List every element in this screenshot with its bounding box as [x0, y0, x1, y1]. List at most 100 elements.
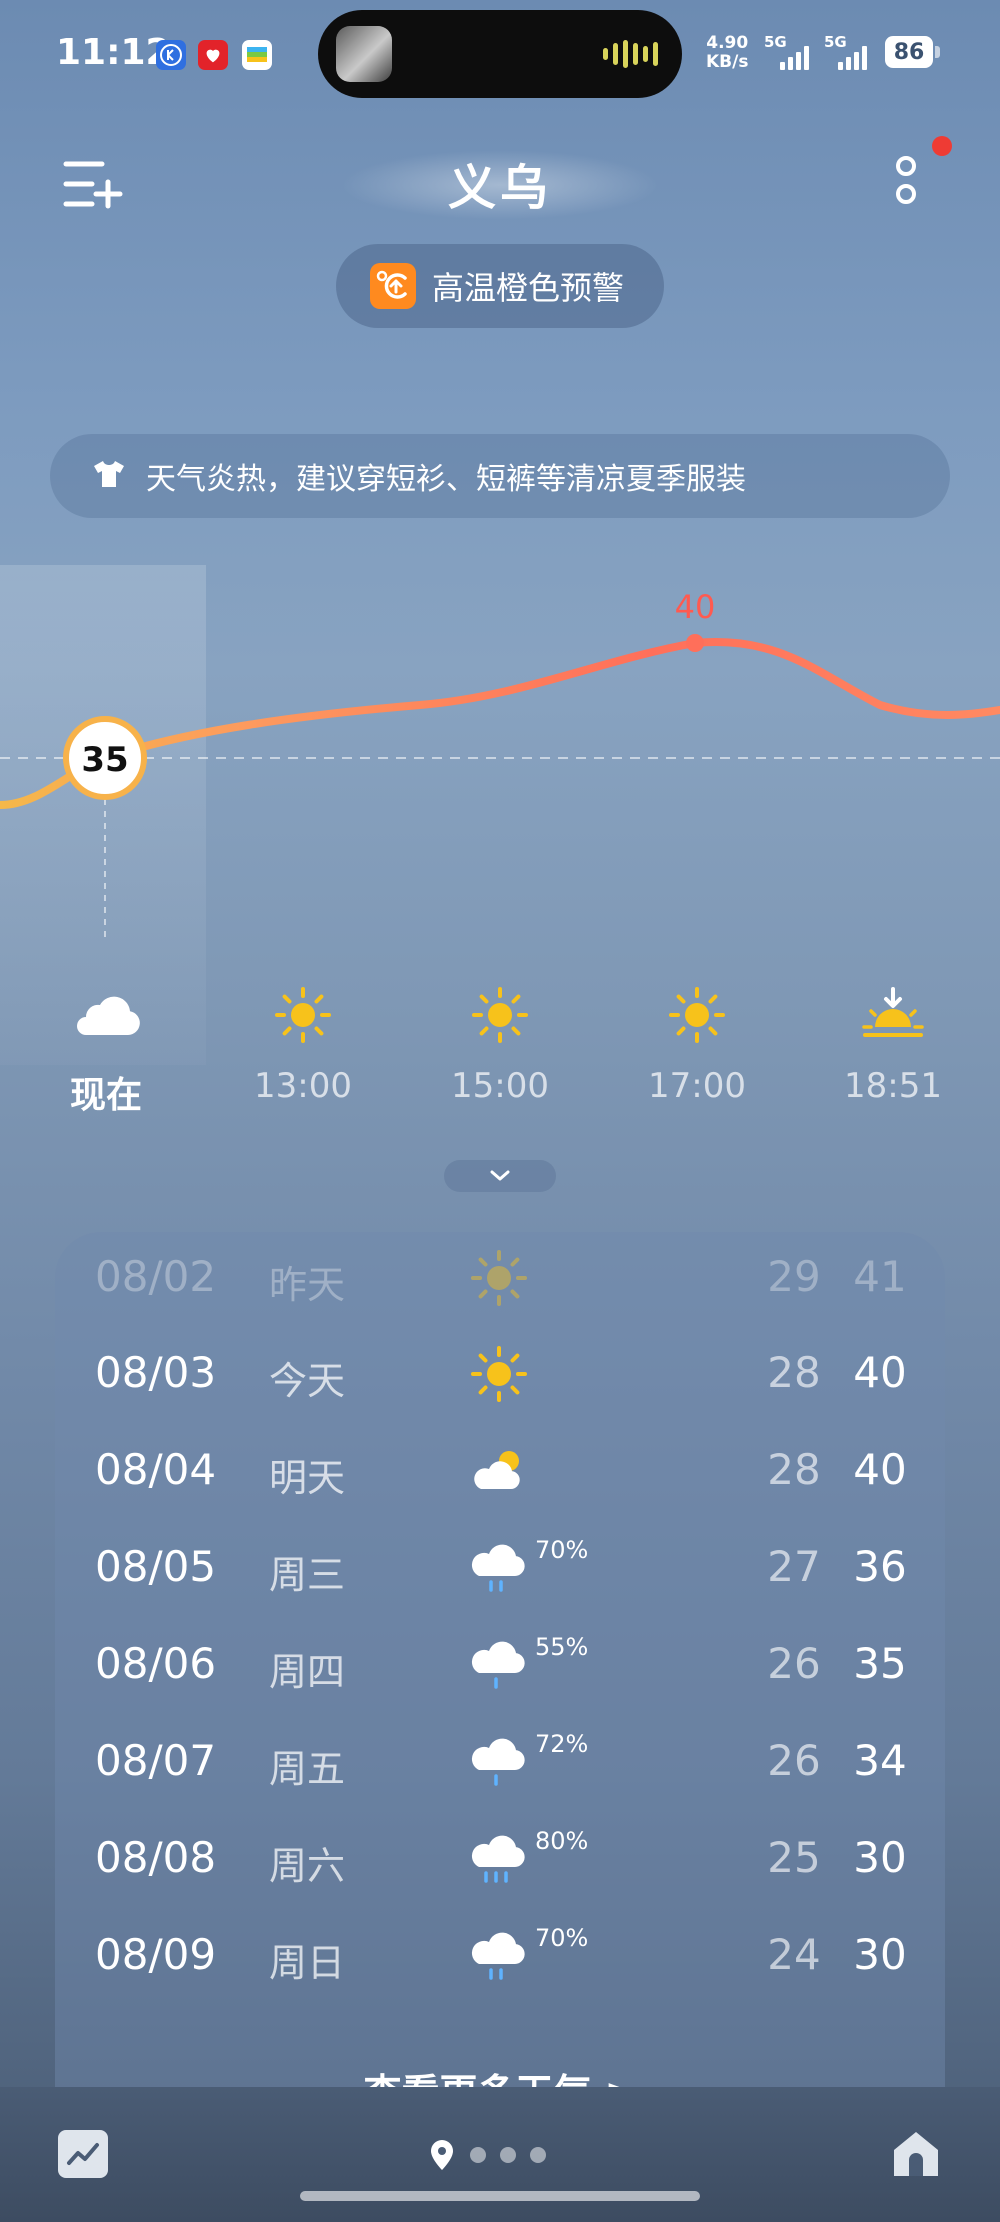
day-high-temp: 40 — [853, 1348, 907, 1397]
expand-hourly-button[interactable] — [444, 1160, 556, 1192]
hour-label-17: 17:00 — [648, 1066, 746, 1106]
net-speed: 4.90 KB/s — [706, 33, 749, 72]
alert-label: 高温橙色预警 — [432, 269, 625, 307]
day-name: 周六 — [269, 1844, 346, 1888]
page-dot — [500, 2147, 516, 2163]
day-name: 周日 — [269, 1941, 346, 1985]
wallet-app-icon — [242, 40, 272, 70]
precip-chance: 70% — [535, 1924, 589, 1952]
rain-icon — [469, 1732, 529, 1792]
day-high-temp: 34 — [853, 1736, 907, 1785]
city-title[interactable]: 义乌 — [0, 148, 1000, 218]
battery-indicator: 86 — [885, 36, 933, 68]
sun-icon — [469, 1248, 529, 1308]
k-app-icon — [156, 40, 186, 70]
chevron-down-icon — [490, 1170, 510, 1181]
trend-chart-button[interactable] — [58, 2130, 108, 2178]
media-thumbnail — [336, 26, 392, 82]
temperature-alert-icon — [370, 263, 416, 309]
hour-label-13: 13:00 — [254, 1066, 352, 1106]
day-date: 08/07 — [95, 1736, 217, 1785]
rain-icon — [469, 1538, 529, 1598]
day-row-0809[interactable]: 08/09 周日 70% 24 30 — [55, 1910, 945, 2006]
day-row-0803[interactable]: 08/03 今天 28 40 — [55, 1328, 945, 1424]
day-date: 08/09 — [95, 1930, 217, 1979]
day-date: 08/02 — [95, 1252, 217, 1301]
day-date: 08/05 — [95, 1542, 217, 1591]
tshirt-icon — [92, 459, 126, 493]
day-name: 周三 — [269, 1553, 346, 1597]
home-indicator[interactable] — [300, 2191, 700, 2201]
day-row-0807[interactable]: 08/07 周五 72% 26 34 — [55, 1716, 945, 1812]
page-dot — [470, 2147, 486, 2163]
day-row-0804[interactable]: 08/04 明天 28 40 — [55, 1425, 945, 1521]
hour-label-15: 15:00 — [451, 1066, 549, 1106]
dynamic-island[interactable] — [318, 10, 682, 98]
heart-app-icon — [198, 40, 228, 70]
notification-dot — [932, 136, 952, 156]
day-date: 08/03 — [95, 1348, 217, 1397]
precip-chance: 55% — [535, 1633, 589, 1661]
more-options-button[interactable] — [888, 152, 924, 212]
sim1-signal-icon — [780, 44, 809, 70]
day-high-temp: 30 — [853, 1930, 907, 1979]
day-high-temp: 35 — [853, 1639, 907, 1688]
day-low-temp: 27 — [767, 1542, 821, 1591]
day-date: 08/08 — [95, 1833, 217, 1882]
heat-alert-button[interactable]: 高温橙色预警 — [336, 244, 664, 328]
heavy-rain-icon — [469, 1829, 529, 1889]
hour-15-sun-icon — [430, 985, 570, 1045]
hour-sunset-icon — [823, 985, 963, 1045]
precip-chance: 80% — [535, 1827, 589, 1855]
more-weather-link[interactable]: 查看更多天气 > — [55, 2062, 945, 2087]
city-page-indicator[interactable] — [428, 2138, 546, 2172]
temperature-curve — [0, 638, 1000, 809]
day-high-temp: 36 — [853, 1542, 907, 1591]
rain-icon — [469, 1635, 529, 1695]
day-name: 周五 — [269, 1747, 346, 1791]
home-button[interactable] — [890, 2126, 942, 2180]
current-temp-value: 35 — [81, 740, 128, 780]
day-name: 周四 — [269, 1650, 346, 1694]
hour-13-sun-icon — [233, 985, 373, 1045]
trend-icon — [67, 2143, 99, 2165]
day-low-temp: 25 — [767, 1833, 821, 1882]
day-high-temp: 40 — [853, 1445, 907, 1494]
day-low-temp: 28 — [767, 1348, 821, 1397]
day-date: 08/06 — [95, 1639, 217, 1688]
day-row-0802[interactable]: 08/02 昨天 29 41 — [55, 1232, 945, 1328]
city-manage-button[interactable] — [62, 158, 126, 210]
rain-icon — [469, 1926, 529, 1986]
day-name: 明天 — [269, 1456, 346, 1500]
day-name: 昨天 — [269, 1263, 346, 1307]
day-low-temp: 26 — [767, 1639, 821, 1688]
daily-forecast-card: 08/02 昨天 29 41 08/03 今天 28 40 08/04 明天 2… — [55, 1232, 945, 2087]
precip-chance: 72% — [535, 1730, 589, 1758]
precip-chance: 70% — [535, 1536, 589, 1564]
hourly-temperature-chart: 40 35 — [0, 588, 1000, 940]
audio-wave-icon — [603, 40, 658, 68]
hour-now-cloud-icon — [36, 985, 176, 1045]
day-low-temp: 28 — [767, 1445, 821, 1494]
status-time: 11:12 — [56, 32, 171, 73]
day-name: 今天 — [269, 1359, 346, 1403]
day-high-temp: 30 — [853, 1833, 907, 1882]
day-low-temp: 24 — [767, 1930, 821, 1979]
clothing-tip[interactable]: 天气炎热，建议穿短衫、短裤等清凉夏季服装 — [50, 434, 950, 518]
day-date: 08/04 — [95, 1445, 217, 1494]
hour-17-sun-icon — [627, 985, 767, 1045]
day-row-0806[interactable]: 08/06 周四 55% 26 35 — [55, 1619, 945, 1715]
sun-icon — [469, 1344, 529, 1404]
hour-label-now: 现在 — [69, 1075, 142, 1116]
hour-label-sunset: 18:51 — [844, 1066, 942, 1106]
day-row-0808[interactable]: 08/08 周六 80% 25 30 — [55, 1813, 945, 1909]
page-dot — [530, 2147, 546, 2163]
day-row-0805[interactable]: 08/05 周三 70% 27 36 — [55, 1522, 945, 1618]
clothing-tip-text: 天气炎热，建议穿短衫、短裤等清凉夏季服装 — [146, 462, 746, 497]
day-low-temp: 29 — [767, 1252, 821, 1301]
day-low-temp: 26 — [767, 1736, 821, 1785]
location-pin-icon — [431, 2140, 453, 2170]
peak-temp-dot — [686, 634, 704, 652]
peak-temp-label: 40 — [675, 588, 716, 626]
partly-cloudy-icon — [469, 1441, 529, 1501]
